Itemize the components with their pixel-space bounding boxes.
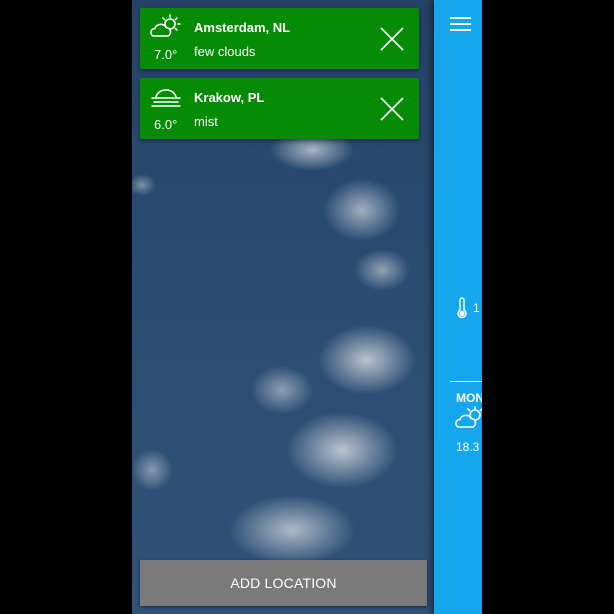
location-temperature: 7.0°	[154, 47, 178, 62]
locations-drawer: 7.0° Amsterdam, NL few clouds 6.0° Krako…	[132, 0, 434, 614]
location-card-krakow[interactable]: 6.0° Krakow, PL mist	[140, 78, 419, 139]
main-weather-panel: 1 MON 18.3	[434, 0, 482, 614]
current-temperature: 1	[473, 301, 480, 315]
location-card-amsterdam[interactable]: 7.0° Amsterdam, NL few clouds	[140, 8, 419, 69]
divider	[450, 381, 482, 382]
app-screen: 7.0° Amsterdam, NL few clouds 6.0° Krako…	[132, 0, 482, 614]
thermometer-icon	[457, 297, 467, 319]
location-city: Krakow, PL	[194, 90, 265, 105]
location-city: Amsterdam, NL	[194, 20, 291, 35]
location-condition: mist	[194, 114, 218, 129]
hamburger-menu-icon[interactable]	[450, 17, 471, 37]
forecast-day: MON	[456, 391, 482, 405]
remove-location-close-icon[interactable]	[379, 96, 405, 122]
remove-location-close-icon[interactable]	[379, 26, 405, 52]
location-temperature: 6.0°	[154, 117, 178, 132]
few-clouds-icon	[455, 406, 482, 428]
location-condition: few clouds	[194, 44, 256, 59]
forecast-temperature: 18.3	[456, 440, 480, 454]
add-location-button[interactable]: ADD LOCATION	[140, 560, 427, 606]
few-clouds-icon	[150, 14, 181, 37]
mist-icon	[151, 89, 181, 107]
